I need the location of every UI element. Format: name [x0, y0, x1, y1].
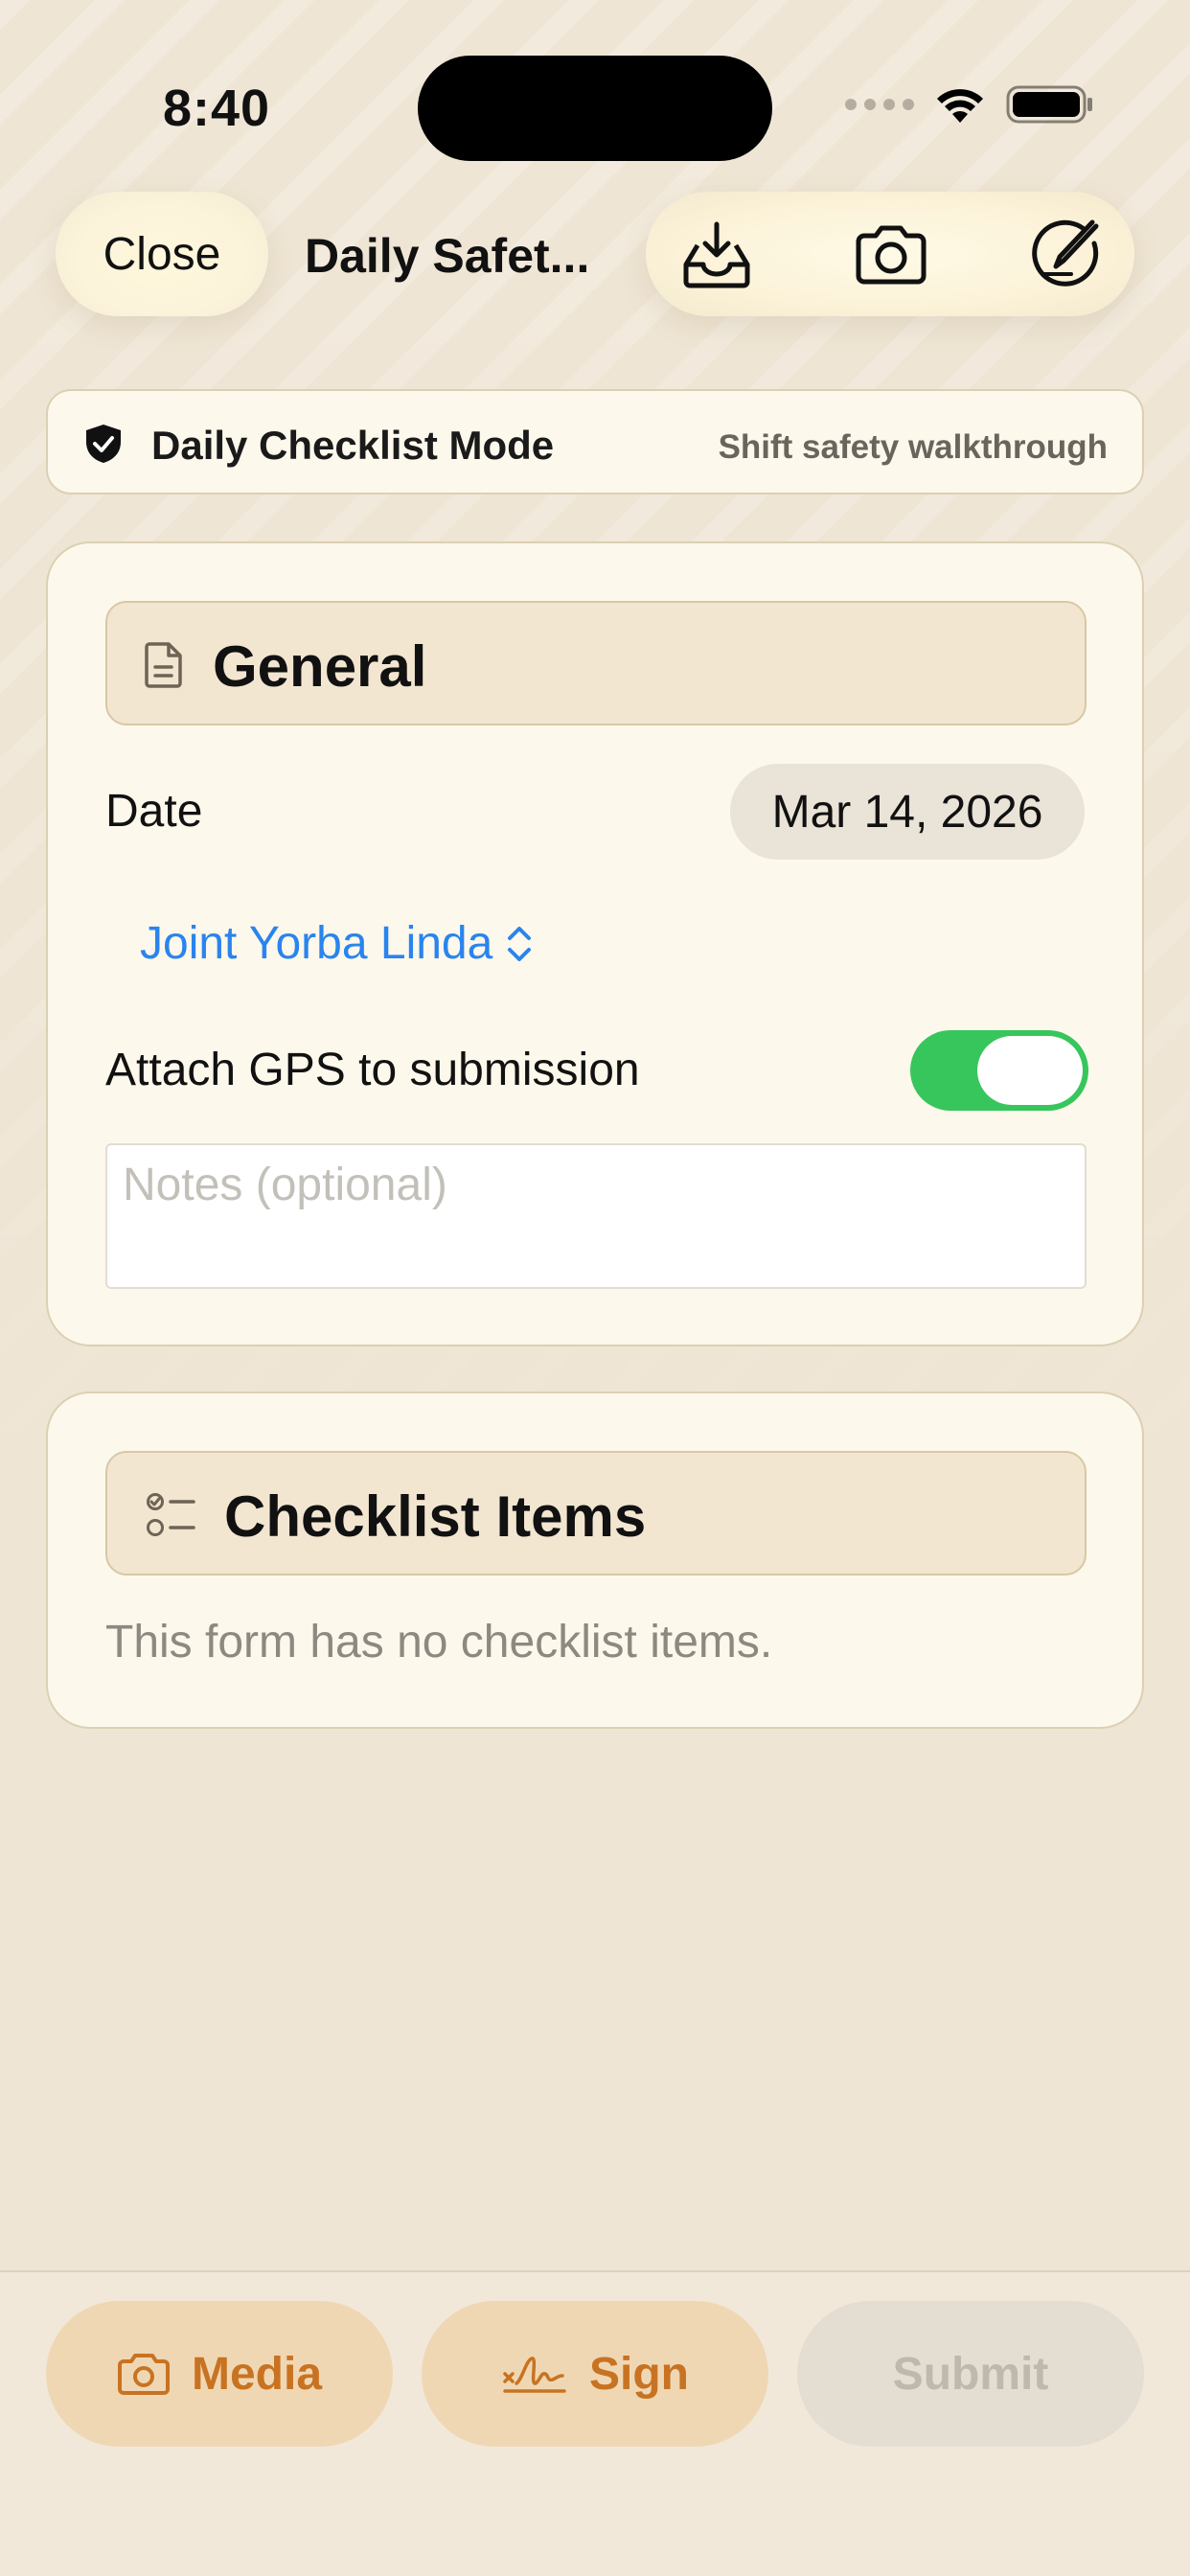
- sign-button[interactable]: Sign: [422, 2301, 768, 2447]
- gps-label: Attach GPS to submission: [105, 1045, 640, 1095]
- submit-label: Submit: [892, 2348, 1049, 2400]
- mode-subtitle: Shift safety walkthrough: [718, 428, 1108, 466]
- status-icons: [845, 84, 1094, 125]
- checklist-icon: [147, 1493, 195, 1536]
- dynamic-island: [418, 56, 772, 161]
- checklist-empty-message: This form has no checklist items.: [105, 1617, 773, 1668]
- wifi-icon: [937, 89, 983, 123]
- signature-icon: [503, 2357, 566, 2393]
- general-title: General: [213, 634, 427, 699]
- camera-icon: [117, 2354, 170, 2395]
- battery-icon: [1006, 85, 1092, 124]
- inbox-download-icon[interactable]: [678, 217, 755, 293]
- toggle-knob: [977, 1036, 1083, 1105]
- general-card: General Date Mar 14, 2026 Joint Yorba Li…: [46, 541, 1144, 1346]
- mode-banner: Daily Checklist Mode Shift safety walkth…: [46, 389, 1144, 494]
- close-button[interactable]: Close: [56, 192, 268, 316]
- media-button[interactable]: Media: [46, 2301, 393, 2447]
- location-value: Joint Yorba Linda: [140, 918, 493, 969]
- checklist-section-header: Checklist Items: [105, 1451, 1087, 1576]
- submit-button[interactable]: Submit: [797, 2301, 1144, 2447]
- shield-check-icon: [86, 425, 121, 463]
- sign-label: Sign: [589, 2348, 689, 2400]
- mode-title: Daily Checklist Mode: [151, 423, 555, 468]
- camera-icon[interactable]: [853, 217, 929, 293]
- gps-toggle[interactable]: [910, 1030, 1088, 1111]
- cellular-signal-icon: [845, 99, 914, 110]
- media-label: Media: [191, 2348, 323, 2400]
- notes-field[interactable]: [105, 1143, 1087, 1289]
- general-section-header: General: [105, 601, 1087, 725]
- page-title: Daily Safet...: [305, 229, 590, 283]
- date-picker[interactable]: Mar 14, 2026: [730, 764, 1085, 860]
- chevron-up-down-icon: [508, 926, 532, 961]
- checklist-card: Checklist Items This form has no checkli…: [46, 1392, 1144, 1729]
- document-icon: [145, 642, 182, 688]
- date-label: Date: [105, 786, 203, 837]
- checklist-title: Checklist Items: [224, 1484, 647, 1549]
- status-time: 8:40: [163, 80, 271, 137]
- toolbar-actions: [646, 192, 1134, 316]
- location-picker[interactable]: Joint Yorba Linda: [140, 917, 533, 970]
- edit-signature-icon[interactable]: [1027, 217, 1104, 293]
- bottom-action-bar: Media Sign Submit: [0, 2270, 1190, 2576]
